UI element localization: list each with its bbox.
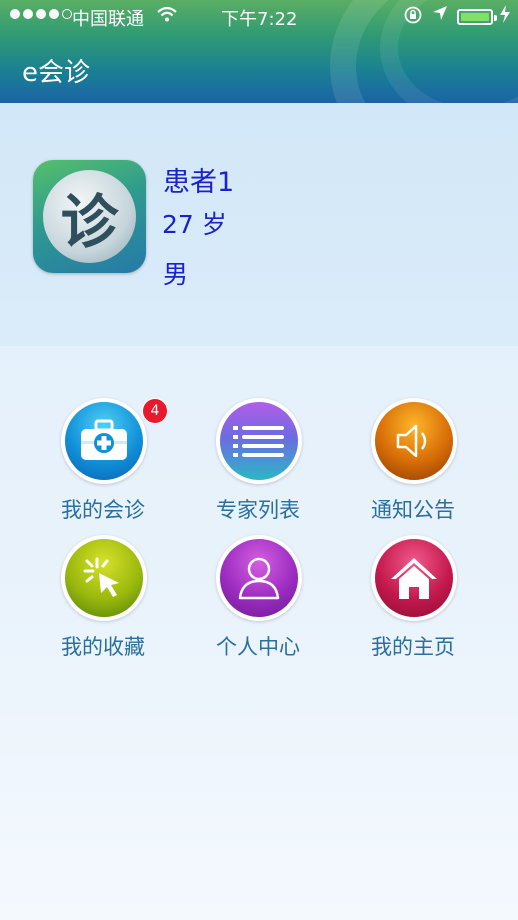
signal-dot xyxy=(62,9,72,19)
list-icon xyxy=(220,402,298,480)
menu-my-favorites[interactable]: 我的收藏 xyxy=(38,535,168,665)
wifi-icon xyxy=(156,5,178,28)
signal-dot xyxy=(36,9,46,19)
medical-kit-icon xyxy=(65,402,143,480)
menu-label: 我的主页 xyxy=(371,635,455,659)
patient-name: 患者1 xyxy=(163,167,235,198)
battery-icon xyxy=(457,9,497,25)
patient-sex: 男 xyxy=(163,260,189,289)
menu-my-homepage[interactable]: 我的主页 xyxy=(348,535,478,665)
signal-dot xyxy=(23,9,33,19)
menu-label: 通知公告 xyxy=(371,498,455,522)
carrier-name: 中国联通 xyxy=(72,9,144,30)
signal-dot xyxy=(49,9,59,19)
top-header: 中国联通 下午7:22 e会诊 xyxy=(0,0,518,103)
rotation-lock-icon xyxy=(403,5,423,30)
menu-expert-list[interactable]: 专家列表 xyxy=(193,398,323,528)
menu-announcements[interactable]: 通知公告 xyxy=(348,398,478,528)
notification-badge: 4 xyxy=(142,398,168,424)
patient-age: 27 岁 xyxy=(162,210,227,239)
status-bar: 中国联通 下午7:22 xyxy=(0,0,518,34)
menu-label: 我的会诊 xyxy=(61,498,145,522)
signal-dot xyxy=(10,9,20,19)
cursor-click-icon xyxy=(65,539,143,617)
person-icon xyxy=(220,539,298,617)
page-title: e会诊 xyxy=(22,58,90,88)
charging-icon xyxy=(499,4,511,28)
menu-label: 我的收藏 xyxy=(61,635,145,659)
menu-personal-center[interactable]: 个人中心 xyxy=(193,535,323,665)
menu-label: 个人中心 xyxy=(216,635,300,659)
home-icon xyxy=(375,539,453,617)
location-arrow-icon xyxy=(431,4,449,27)
menu-my-consultations[interactable]: 4 我的会诊 xyxy=(38,398,168,528)
speaker-icon xyxy=(375,402,453,480)
signal-strength-icon xyxy=(10,9,72,19)
app-logo: 诊 xyxy=(33,160,146,273)
logo-glyph: 诊 xyxy=(43,170,136,263)
menu-label: 专家列表 xyxy=(216,498,300,522)
clock: 下午7:22 xyxy=(221,9,298,30)
